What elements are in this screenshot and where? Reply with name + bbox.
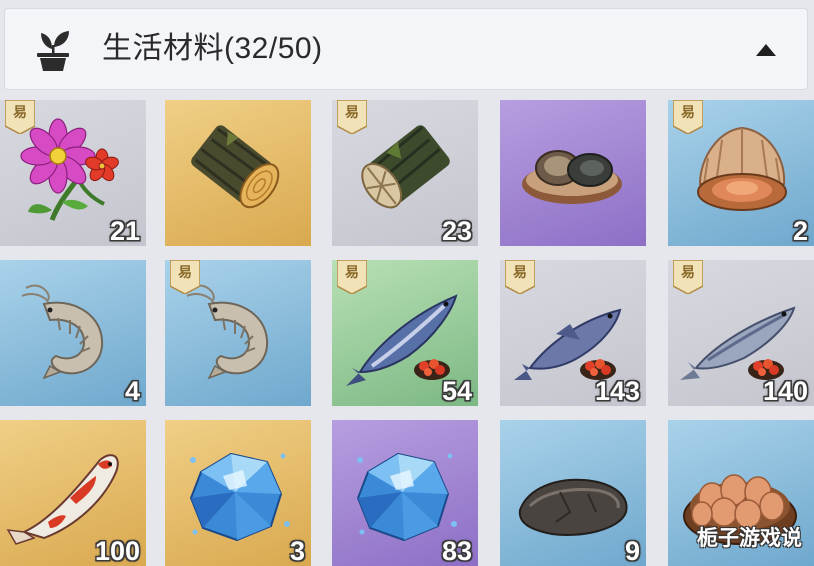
item-count: 21 bbox=[109, 216, 140, 246]
tradeable-badge-label: 易 bbox=[513, 264, 527, 280]
item-slot-flower[interactable]: 易 21 bbox=[0, 100, 146, 246]
tradeable-badge-label: 易 bbox=[345, 104, 359, 120]
potted-plant-icon bbox=[37, 31, 69, 71]
stone-icon bbox=[518, 478, 628, 536]
item-count: 23 bbox=[441, 216, 472, 246]
tradeable-badge-label: 易 bbox=[13, 104, 27, 120]
crystal-ore-icon bbox=[189, 452, 290, 542]
triangle-up-icon bbox=[756, 44, 776, 56]
item-count: 3 bbox=[289, 536, 305, 566]
page-title: 生活材料(32/50) bbox=[102, 32, 323, 65]
item-slot-clam[interactable]: 易2 bbox=[668, 100, 814, 246]
item-slot-shrimp[interactable]: 4 bbox=[0, 260, 146, 406]
item-slot-sardine[interactable]: 易 140 bbox=[668, 260, 814, 406]
item-slot-log-gold[interactable] bbox=[165, 100, 311, 246]
collapse-button[interactable] bbox=[749, 33, 783, 67]
item-slot-stone[interactable]: 9 bbox=[500, 420, 646, 566]
item-slot-shrimp[interactable]: 易 bbox=[165, 260, 311, 406]
abalone-icon bbox=[522, 150, 622, 204]
item-count: 9 bbox=[624, 536, 640, 566]
watermark-text: 栀子游戏说 bbox=[697, 527, 802, 550]
item-count: 4 bbox=[124, 376, 140, 406]
tradeable-badge-label: 易 bbox=[178, 264, 192, 280]
log-gold-icon bbox=[191, 125, 280, 209]
item-count: 83 bbox=[441, 536, 472, 566]
tradeable-badge-label: 易 bbox=[681, 104, 695, 120]
item-slot-crystal-ore[interactable]: 3 bbox=[165, 420, 311, 566]
item-slot-koi[interactable]: 100 bbox=[0, 420, 146, 566]
item-slot-crystal-ore[interactable]: 83 bbox=[332, 420, 478, 566]
tradeable-badge-label: 易 bbox=[345, 264, 359, 280]
item-count: 2 bbox=[792, 216, 808, 246]
tradeable-badge-label: 易 bbox=[681, 264, 695, 280]
item-count: 140 bbox=[762, 376, 808, 406]
item-slot-log-gray[interactable]: 易 23 bbox=[332, 100, 478, 246]
item-slot-salmon[interactable]: 易 54 bbox=[332, 260, 478, 406]
section-header[interactable]: 生活材料(32/50) bbox=[4, 8, 808, 90]
item-count: 100 bbox=[94, 536, 140, 566]
item-count: 54 bbox=[441, 376, 472, 406]
item-slot-abalone[interactable] bbox=[500, 100, 646, 246]
item-slot-perch[interactable]: 易 143 bbox=[500, 260, 646, 406]
material-grid: 易 21 易 23 易2 4 易 易 54 易 143 易 140 100 3 … bbox=[0, 100, 814, 566]
shrimp-icon bbox=[21, 284, 104, 380]
item-count: 143 bbox=[594, 376, 640, 406]
